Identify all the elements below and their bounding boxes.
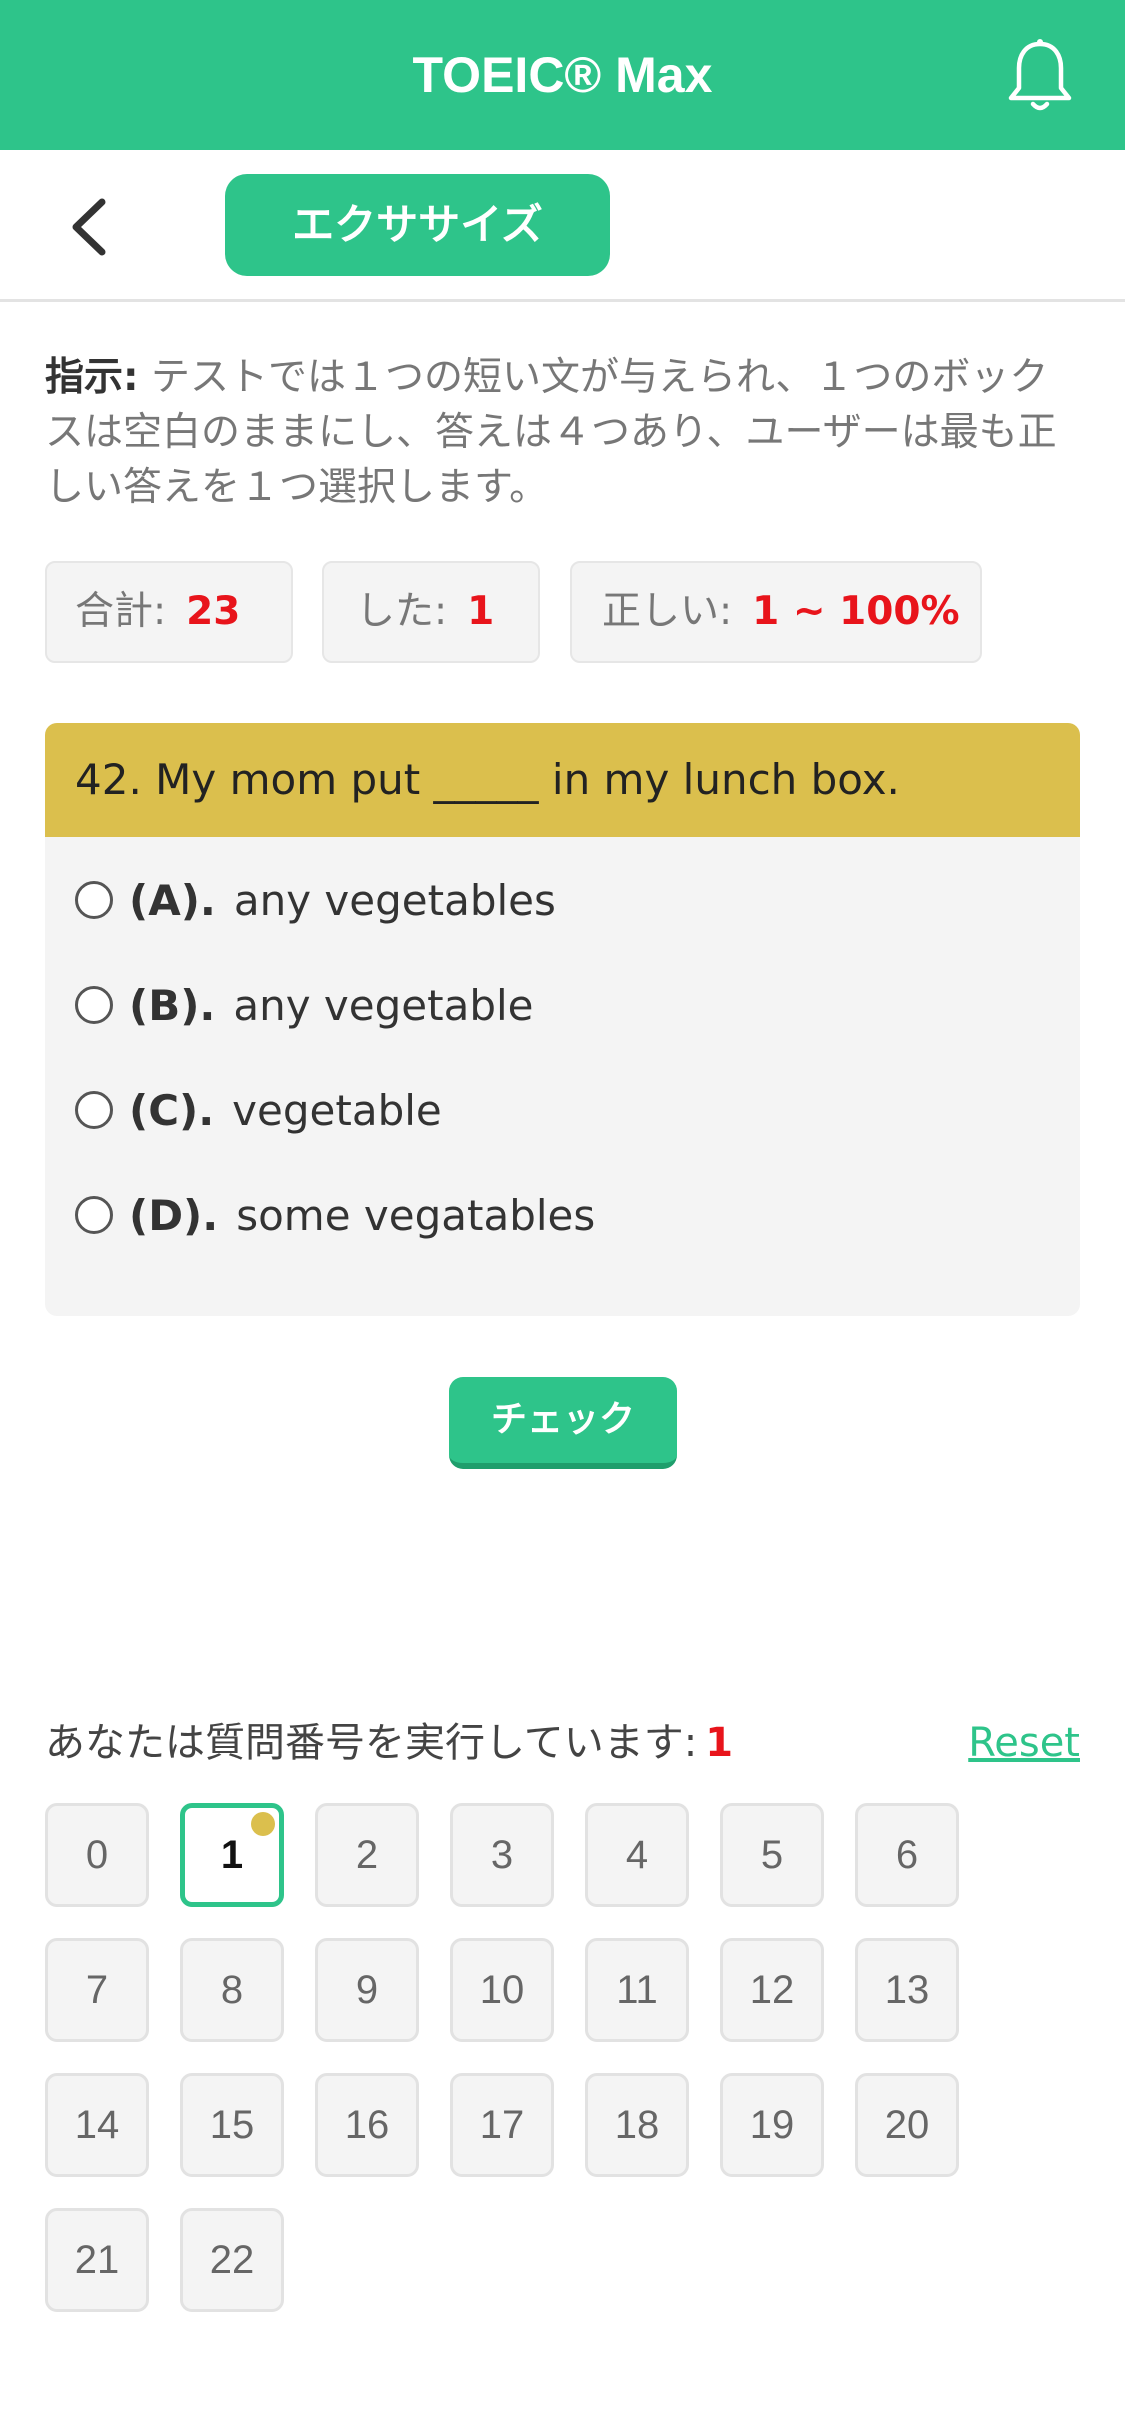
question-number-21[interactable]: 21 — [45, 2208, 149, 2312]
stat-total: 合計: 23 — [45, 561, 293, 663]
bell-icon[interactable] — [1005, 38, 1075, 114]
radio-d[interactable] — [75, 1196, 113, 1234]
question-number-0[interactable]: 0 — [45, 1803, 149, 1907]
radio-a[interactable] — [75, 881, 113, 919]
question-number-1-label: 1 — [220, 1833, 244, 1877]
option-a-text: any vegetables — [233, 875, 556, 925]
chevron-left-icon[interactable] — [62, 192, 122, 262]
option-c[interactable]: (C). vegetable — [75, 1075, 442, 1145]
question-number-19[interactable]: 19 — [720, 2073, 824, 2177]
progress-label-text: あなたは質問番号を実行しています: — [45, 1720, 698, 1766]
stat-done-label: した: — [356, 589, 448, 634]
stat-total-label: 合計: — [75, 589, 167, 634]
stat-done-value: 1 — [467, 589, 495, 634]
question-number-8[interactable]: 8 — [180, 1938, 284, 2042]
question-number-7[interactable]: 7 — [45, 1938, 149, 2042]
option-d-letter: (D). — [129, 1190, 219, 1240]
radio-b[interactable] — [75, 986, 113, 1024]
instruction-body: テストでは１つの短い文が与えられ、１つのボックスは空白のままにし、答えは４つあり… — [45, 355, 1057, 510]
instruction-text: 指示: テストでは１つの短い文が与えられ、１つのボックスは空白のままにし、答えは… — [45, 350, 1085, 515]
option-d[interactable]: (D). some vegatables — [75, 1180, 595, 1250]
question-number-16[interactable]: 16 — [315, 2073, 419, 2177]
instruction-label: 指示: — [45, 355, 139, 400]
question-number-11[interactable]: 11 — [585, 1938, 689, 2042]
reset-link[interactable]: Reset — [968, 1713, 1080, 1773]
question-number-3[interactable]: 3 — [450, 1803, 554, 1907]
question-number-1[interactable]: 1 — [180, 1803, 284, 1907]
option-b-letter: (B). — [129, 980, 216, 1030]
option-b[interactable]: (B). any vegetable — [75, 970, 534, 1040]
app-title: TOEIC® Max — [412, 47, 713, 103]
exercise-tab[interactable]: エクササイズ — [225, 174, 610, 276]
question-number-12[interactable]: 12 — [720, 1938, 824, 2042]
question-number-9[interactable]: 9 — [315, 1938, 419, 2042]
stat-done: した: 1 — [322, 561, 540, 663]
question-text: 42. My mom put _____ in my lunch box. — [45, 723, 1080, 837]
check-button[interactable]: チェック — [449, 1377, 677, 1469]
option-a[interactable]: (A). any vegetables — [75, 865, 556, 935]
app-bar: TOEIC® Max — [0, 0, 1125, 150]
question-number-22[interactable]: 22 — [180, 2208, 284, 2312]
progress-current: 1 — [705, 1720, 734, 1766]
question-number-15[interactable]: 15 — [180, 2073, 284, 2177]
stat-correct: 正しい: 1 ~ 100% — [570, 561, 982, 663]
current-indicator-dot — [251, 1812, 275, 1836]
stat-correct-value: 1 ~ 100% — [752, 589, 960, 634]
question-number-20[interactable]: 20 — [855, 2073, 959, 2177]
question-number-6[interactable]: 6 — [855, 1803, 959, 1907]
question-number-14[interactable]: 14 — [45, 2073, 149, 2177]
stat-total-value: 23 — [186, 589, 241, 634]
question-number-5[interactable]: 5 — [720, 1803, 824, 1907]
radio-c[interactable] — [75, 1091, 113, 1129]
question-number-18[interactable]: 18 — [585, 2073, 689, 2177]
option-b-text: any vegetable — [233, 980, 534, 1030]
question-number-4[interactable]: 4 — [585, 1803, 689, 1907]
option-c-letter: (C). — [129, 1085, 215, 1135]
stat-correct-label: 正しい: — [602, 589, 733, 634]
sub-header: エクササイズ — [0, 150, 1125, 302]
question-number-2[interactable]: 2 — [315, 1803, 419, 1907]
question-number-10[interactable]: 10 — [450, 1938, 554, 2042]
progress-label: あなたは質問番号を実行しています: 1 — [45, 1713, 733, 1773]
question-number-13[interactable]: 13 — [855, 1938, 959, 2042]
question-number-17[interactable]: 17 — [450, 2073, 554, 2177]
option-d-text: some vegatables — [236, 1190, 596, 1240]
option-c-text: vegetable — [232, 1085, 442, 1135]
question-card: 42. My mom put _____ in my lunch box. (A… — [45, 723, 1080, 1316]
option-a-letter: (A). — [129, 875, 216, 925]
